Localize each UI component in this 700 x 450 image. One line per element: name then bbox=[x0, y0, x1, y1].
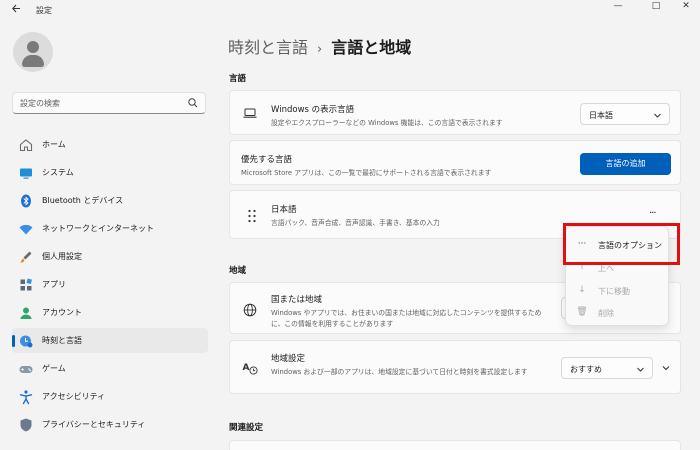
add-language-button[interactable]: 言語の追加 bbox=[580, 153, 671, 175]
app-title: 設定 bbox=[36, 6, 52, 15]
sidebar-item-label: アクセシビリティ bbox=[42, 392, 106, 401]
section-title-language: 言語 bbox=[229, 74, 247, 84]
accessibility-icon bbox=[19, 390, 33, 405]
title-bar: 設定 — □ ✕ bbox=[0, 0, 700, 22]
avatar-head-icon bbox=[27, 41, 39, 53]
sidebar-item-accessibility[interactable]: アクセシビリティ bbox=[12, 384, 208, 409]
sidebar-item-label: ゲーム bbox=[42, 364, 66, 373]
bluetooth-icon bbox=[21, 194, 31, 208]
svg-text:A: A bbox=[243, 363, 250, 373]
drag-handle-icon[interactable] bbox=[244, 208, 260, 224]
country-region-subtitle-line2: に、この情報を利用することがあります bbox=[271, 320, 394, 328]
sidebar-item-label: 個人用設定 bbox=[42, 252, 82, 261]
breadcrumb-parent[interactable]: 時刻と言語 bbox=[228, 38, 308, 57]
regional-format-card: A 地域設定 Windows および一部のアプリは、地域設定に基づいて日付と時刻… bbox=[229, 340, 681, 394]
account-icon bbox=[20, 307, 32, 319]
apps-icon bbox=[20, 278, 32, 291]
sidebar-item-privacy[interactable]: プライバシーとセキュリティ bbox=[12, 412, 208, 437]
laptop-icon bbox=[243, 108, 257, 118]
search-icon bbox=[188, 98, 198, 108]
section-title-related: 関連設定 bbox=[229, 423, 264, 433]
chevron-down-icon bbox=[637, 367, 644, 372]
sidebar-item-label: ホーム bbox=[42, 140, 66, 149]
brush-icon bbox=[20, 251, 32, 263]
globe-icon bbox=[243, 303, 257, 317]
regional-format-icon: A bbox=[243, 363, 258, 375]
country-region-title: 国または地域 bbox=[271, 295, 323, 305]
sidebar-item-gaming[interactable]: ゲーム bbox=[12, 356, 208, 381]
sidebar-item-accounts[interactable]: アカウント bbox=[12, 300, 208, 325]
display-language-subtitle: 設定やエクスプローラーなどの Windows 機能は、この言語で表示されます bbox=[271, 119, 503, 127]
back-arrow-icon bbox=[11, 4, 20, 13]
section-title-region: 地域 bbox=[229, 266, 247, 276]
sidebar-item-label: Bluetooth とデバイス bbox=[42, 196, 124, 205]
avatar-body-icon bbox=[22, 55, 44, 67]
wifi-icon bbox=[19, 224, 33, 235]
country-region-subtitle-line1: Windows やアプリでは、お住まいの国または地域に対応したコンテンツを提供す… bbox=[271, 309, 542, 317]
sidebar-item-system[interactable]: システム bbox=[12, 160, 208, 185]
breadcrumb: 時刻と言語 › 言語と地域 bbox=[228, 34, 411, 58]
close-button[interactable]: ✕ bbox=[666, 0, 700, 14]
sidebar-item-label: アプリ bbox=[42, 280, 66, 289]
time-language-icon bbox=[20, 335, 33, 348]
sidebar-item-home[interactable]: ホーム bbox=[12, 132, 208, 157]
arrow-down-icon: ↓ bbox=[578, 285, 586, 295]
more-options-button[interactable]: ··· bbox=[649, 208, 656, 219]
sidebar-item-label: ネットワークとインターネット bbox=[42, 224, 154, 233]
display-language-dropdown[interactable]: 日本語 bbox=[580, 103, 670, 125]
system-icon bbox=[20, 168, 32, 179]
menu-item-remove[interactable]: 🗑 削除 bbox=[566, 302, 670, 324]
sidebar-item-bluetooth[interactable]: Bluetooth とデバイス bbox=[12, 188, 208, 213]
shield-icon bbox=[20, 418, 32, 432]
expand-chevron-icon[interactable] bbox=[661, 363, 671, 373]
display-language-value: 日本語 bbox=[589, 111, 613, 120]
regional-format-title: 地域設定 bbox=[271, 354, 306, 364]
breadcrumb-separator: › bbox=[317, 42, 323, 57]
sidebar-item-personalization[interactable]: 個人用設定 bbox=[12, 244, 208, 269]
display-language-title: Windows の表示言語 bbox=[271, 105, 355, 115]
sidebar-item-label: 時刻と言語 bbox=[42, 336, 82, 345]
display-language-card: Windows の表示言語 設定やエクスプローラーなどの Windows 機能は… bbox=[229, 90, 681, 135]
highlight-annotation bbox=[563, 223, 680, 265]
japanese-title: 日本語 bbox=[271, 205, 297, 215]
sidebar-item-label: アカウント bbox=[42, 308, 82, 317]
minimize-button[interactable]: — bbox=[598, 0, 638, 14]
sidebar-nav: ホーム システム Bluetooth とデバイス ネットワークとインターネット … bbox=[12, 132, 208, 440]
preferred-languages-card: 優先する言語 Microsoft Store アプリは、この一覧で最初にサポート… bbox=[229, 140, 681, 185]
regional-format-dropdown[interactable]: おすすめ bbox=[561, 357, 653, 379]
menu-item-label: 下に移動 bbox=[598, 287, 630, 296]
sidebar-item-network[interactable]: ネットワークとインターネット bbox=[12, 216, 208, 241]
avatar[interactable] bbox=[13, 32, 53, 72]
japanese-subtitle: 言語パック、音声合成、音声認識、手書き、基本の入力 bbox=[271, 219, 440, 227]
back-button[interactable] bbox=[8, 3, 24, 19]
chevron-down-icon bbox=[654, 113, 661, 118]
search-placeholder: 設定の検索 bbox=[20, 99, 60, 108]
search-input[interactable]: 設定の検索 bbox=[12, 92, 206, 114]
page-title: 言語と地域 bbox=[331, 38, 412, 57]
trash-icon: 🗑 bbox=[576, 307, 588, 317]
preferred-languages-subtitle: Microsoft Store アプリは、この一覧で最初にサポートされる言語で表… bbox=[241, 169, 492, 177]
menu-item-label: 削除 bbox=[598, 309, 614, 318]
gamepad-icon bbox=[19, 366, 33, 373]
related-settings-card bbox=[229, 440, 681, 450]
preferred-languages-title: 優先する言語 bbox=[241, 155, 293, 165]
regional-format-subtitle: Windows および一部のアプリは、地域設定に基づいて日付と時刻を書式設定しま… bbox=[271, 368, 528, 376]
home-icon bbox=[19, 139, 33, 152]
menu-item-move-down[interactable]: ↓ 下に移動 bbox=[566, 280, 670, 302]
sidebar-item-apps[interactable]: アプリ bbox=[12, 272, 208, 297]
sidebar-item-label: プライバシーとセキュリティ bbox=[42, 420, 146, 429]
sidebar-item-label: システム bbox=[42, 168, 74, 177]
sidebar-item-time-language[interactable]: 時刻と言語 bbox=[12, 328, 208, 353]
regional-format-value: おすすめ bbox=[570, 365, 602, 374]
